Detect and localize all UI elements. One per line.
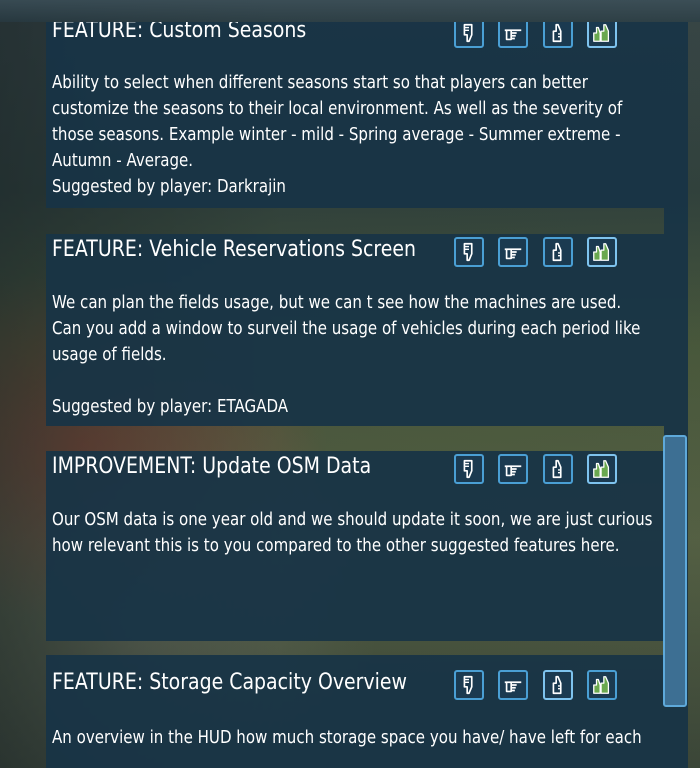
thumbs-down-icon	[463, 23, 473, 43]
suggestion-description: Ability to select when different seasons…	[52, 70, 654, 174]
vote-disagree-button[interactable]	[454, 22, 484, 48]
vote-neutral-button[interactable]	[498, 237, 528, 267]
thumbs-up-icon	[552, 675, 562, 695]
double-thumbs-up-icon	[593, 460, 610, 478]
vote-group	[454, 237, 624, 271]
suggestion-body-text: An overview in the HUD how much storage …	[52, 728, 642, 748]
vote-disagree-button[interactable]	[454, 237, 484, 267]
thumbs-up-icon	[552, 459, 562, 479]
double-thumbs-up-icon	[593, 24, 610, 42]
double-thumbs-up-icon	[593, 243, 610, 261]
vote-neutral-button[interactable]	[498, 22, 528, 48]
suggestion-card: FEATURE: Storage Capacity Overview An ov…	[46, 655, 664, 768]
pointing-hand-icon	[504, 248, 522, 260]
vote-strongly-agree-button[interactable]	[587, 22, 617, 48]
thumbs-down-icon	[463, 459, 473, 479]
vote-group	[454, 22, 624, 52]
suggestion-title: FEATURE: Storage Capacity Overview	[52, 670, 408, 695]
thumbs-down-icon	[463, 675, 473, 695]
suggestion-list: FEATURE: Custom Seasons Ability to selec…	[46, 22, 664, 768]
suggested-by: Suggested by player: ETAGADA	[52, 397, 289, 417]
suggestion-title: FEATURE: Vehicle Reservations Screen	[52, 237, 417, 262]
suggestion-card: FEATURE: Vehicle Reservations Screen We …	[46, 234, 664, 426]
vote-agree-button[interactable]	[543, 670, 573, 700]
scrollbar-thumb[interactable]	[663, 435, 687, 707]
suggestion-description: Our OSM data is one year old and we shou…	[52, 507, 654, 559]
vote-agree-button[interactable]	[543, 22, 573, 48]
suggestion-title: IMPROVEMENT: Update OSM Data	[52, 454, 372, 479]
vote-neutral-button[interactable]	[498, 670, 528, 700]
thumbs-up-icon	[552, 23, 562, 43]
pointing-hand-icon	[504, 681, 522, 693]
suggestion-card: IMPROVEMENT: Update OSM Data Our OSM dat…	[46, 451, 664, 641]
double-thumbs-up-icon	[593, 676, 610, 694]
vote-group	[454, 670, 624, 704]
vote-agree-button[interactable]	[543, 237, 573, 267]
vote-group	[454, 454, 624, 488]
suggestion-title: FEATURE: Custom Seasons	[52, 22, 307, 43]
pointing-hand-icon	[504, 465, 522, 477]
vote-strongly-agree-button[interactable]	[587, 670, 617, 700]
suggestion-card: FEATURE: Custom Seasons Ability to selec…	[46, 22, 664, 208]
thumbs-down-icon	[463, 242, 473, 262]
vote-disagree-button[interactable]	[454, 670, 484, 700]
suggestion-body-text: We can plan the fields usage, but we can…	[52, 293, 641, 365]
suggestion-body-text: Ability to select when different seasons…	[52, 73, 623, 171]
suggestion-description: We can plan the fields usage, but we can…	[52, 290, 654, 368]
vote-neutral-button[interactable]	[498, 454, 528, 484]
suggestion-body-text: Our OSM data is one year old and we shou…	[52, 510, 653, 556]
panel-header-strip	[0, 0, 700, 22]
vote-disagree-button[interactable]	[454, 454, 484, 484]
suggested-by: Suggested by player: Darkrajin	[52, 177, 286, 197]
suggestion-description: An overview in the HUD how much storage …	[52, 725, 654, 751]
pointing-hand-icon	[504, 29, 522, 41]
vote-strongly-agree-button[interactable]	[587, 237, 617, 267]
vote-agree-button[interactable]	[543, 454, 573, 484]
thumbs-up-icon	[552, 242, 562, 262]
vote-strongly-agree-button[interactable]	[587, 454, 617, 484]
